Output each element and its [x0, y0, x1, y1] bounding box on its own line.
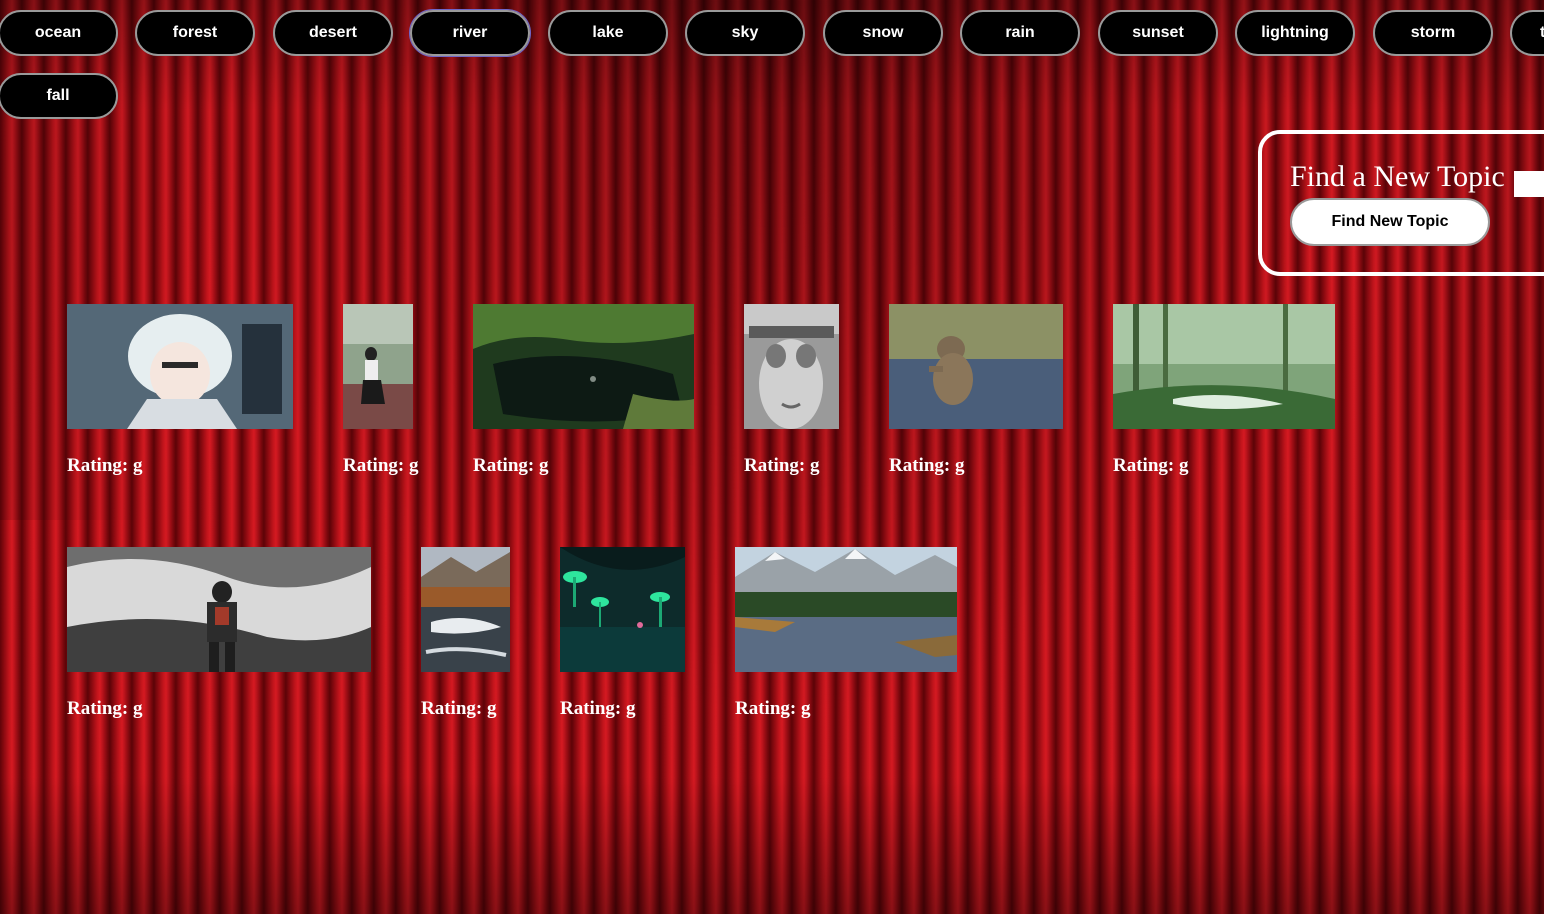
- topic-button-forest[interactable]: forest: [135, 10, 255, 56]
- new-topic-label: Find a New Topic: [1290, 160, 1505, 193]
- gif-rating: Rating: g: [473, 455, 549, 476]
- find-new-topic-button[interactable]: Find New Topic: [1290, 198, 1490, 246]
- topic-button-sky[interactable]: sky: [685, 10, 805, 56]
- gif-rating: Rating: g: [735, 698, 811, 719]
- topic-button-desert[interactable]: desert: [273, 10, 393, 56]
- gif-image-rapids[interactable]: [67, 547, 371, 672]
- topic-button-storm[interactable]: storm: [1373, 10, 1493, 56]
- gif-rating: Rating: g: [744, 455, 820, 476]
- gif-image-pond[interactable]: [473, 304, 694, 429]
- gif-image-glowing-mushrooms[interactable]: [560, 547, 685, 672]
- topic-button-rain[interactable]: rain: [960, 10, 1080, 56]
- topic-button-ocean[interactable]: ocean: [0, 10, 118, 56]
- gif-rating: Rating: g: [67, 455, 143, 476]
- topic-button-snow[interactable]: snow: [823, 10, 943, 56]
- topic-button-lake[interactable]: lake: [548, 10, 668, 56]
- topic-button-truncated[interactable]: t: [1510, 10, 1544, 56]
- topic-button-fall[interactable]: fall: [0, 73, 118, 119]
- gif-rating: Rating: g: [889, 455, 965, 476]
- topic-button-sunset[interactable]: sunset: [1098, 10, 1218, 56]
- gif-rating: Rating: g: [1113, 455, 1189, 476]
- gif-image-anime[interactable]: [67, 304, 293, 429]
- gif-image-mountain-stream[interactable]: [421, 547, 510, 672]
- topic-button-lightning[interactable]: lightning: [1235, 10, 1355, 56]
- gif-image-face[interactable]: [744, 304, 839, 429]
- new-topic-input[interactable]: [1514, 171, 1544, 197]
- gif-rating: Rating: g: [67, 698, 143, 719]
- gif-rating: Rating: g: [343, 455, 419, 476]
- gif-rating: Rating: g: [421, 698, 497, 719]
- gif-image-forest-stream[interactable]: [1113, 304, 1335, 429]
- gif-image-walker[interactable]: [343, 304, 413, 429]
- gif-image-monkey[interactable]: [889, 304, 1063, 429]
- topic-button-river[interactable]: river: [409, 9, 531, 57]
- gif-image-mountain-river[interactable]: [735, 547, 957, 672]
- gif-rating: Rating: g: [560, 698, 636, 719]
- new-topic-form: Find a New Topic Find New Topic: [1258, 130, 1544, 276]
